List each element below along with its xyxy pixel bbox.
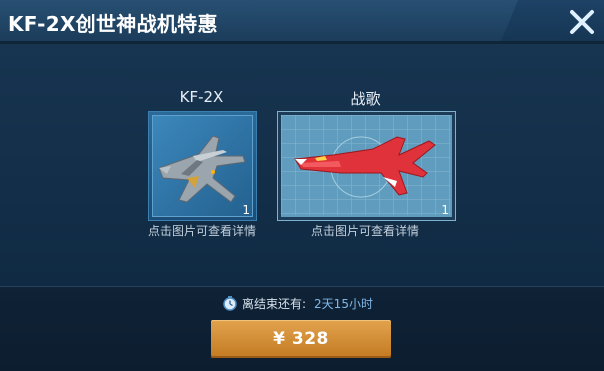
card-hint: 点击图片可查看详情 (310, 224, 419, 238)
dialog-title: KF-2X创世神战机特惠 (8, 12, 218, 36)
gray-jet-icon (158, 135, 246, 203)
card-image-frame (152, 115, 253, 217)
card-name-kf2x: KF-2X (179, 88, 224, 106)
card-name-zhange: 战歌 (350, 90, 381, 108)
countdown: 离结束还有: 2天15小时 (222, 293, 373, 313)
reward-card-zhange[interactable]: 1 (277, 111, 456, 221)
countdown-label: 离结束还有: (242, 296, 307, 311)
red-jet-icon (281, 115, 450, 215)
clock-icon (223, 296, 237, 311)
reward-card-kf2x[interactable]: 1 (148, 111, 257, 221)
card-hint: 点击图片可查看详情 (147, 224, 256, 238)
countdown-value: 2天15小时 (314, 296, 373, 311)
buy-button[interactable]: ¥ 328 (211, 320, 391, 358)
card-quantity: 1 (441, 203, 449, 217)
price-label: ¥ 328 (273, 329, 329, 349)
footer-divider (0, 286, 604, 287)
card-quantity: 1 (242, 203, 250, 217)
card-image-frame (281, 115, 452, 217)
offer-dialog: KF-2X创世神战机特惠 KF-2X 1 点击图片可查看详情 战歌 1 点击图片… (0, 0, 604, 371)
close-icon (570, 10, 594, 34)
close-button[interactable] (568, 8, 596, 36)
